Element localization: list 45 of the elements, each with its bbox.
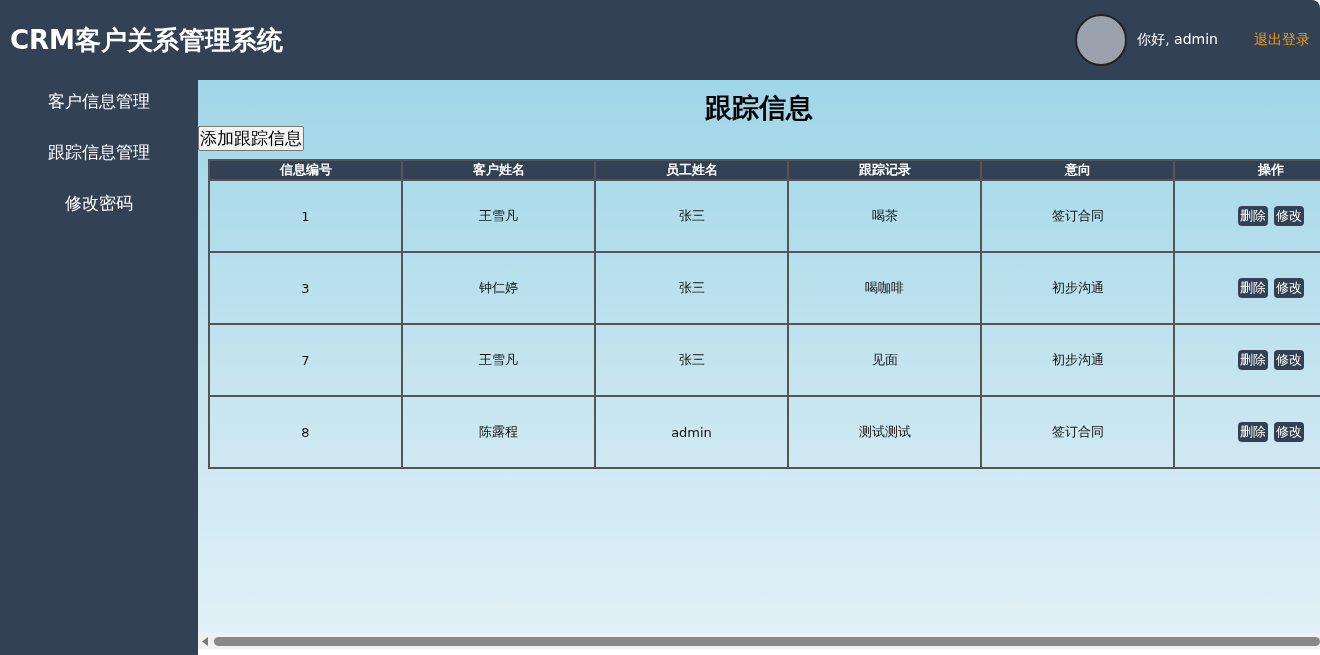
table-cell: 王雪凡 [402, 324, 595, 396]
column-header: 跟踪记录 [788, 160, 981, 180]
sidebar-item[interactable]: 客户信息管理 [48, 90, 150, 113]
table-cell: 张三 [595, 324, 788, 396]
table-cell: 初步沟通 [981, 324, 1174, 396]
table-cell: 签订合同 [981, 180, 1174, 252]
greeting-text: 你好, admin [1137, 31, 1218, 49]
delete-button[interactable]: 删除 [1237, 422, 1268, 442]
table-cell: 见面 [788, 324, 981, 396]
sidebar-item[interactable]: 修改密码 [65, 192, 133, 215]
table-cell: 8 [209, 396, 402, 468]
table-cell: 张三 [595, 180, 788, 252]
table-cell: 钟仁婷 [402, 252, 595, 324]
edit-button[interactable]: 修改 [1273, 206, 1304, 226]
table-cell: 初步沟通 [981, 252, 1174, 324]
scroll-left-icon[interactable] [202, 636, 208, 646]
table-cell: 3 [209, 252, 402, 324]
avatar [1075, 14, 1128, 66]
table-cell: 王雪凡 [402, 180, 595, 252]
column-header: 信息编号 [209, 160, 402, 180]
delete-button[interactable]: 删除 [1237, 350, 1268, 370]
app-title: CRM客户关系管理系统 [10, 23, 284, 57]
page-title: 跟踪信息 [704, 91, 814, 125]
add-button[interactable]: 添加跟踪信息 [198, 126, 304, 151]
table-cell: 1 [209, 180, 402, 252]
table-cell: admin [595, 396, 788, 468]
horizontal-scrollbar[interactable] [198, 633, 1320, 649]
column-header: 意向 [981, 160, 1174, 180]
sidebar-item[interactable]: 跟踪信息管理 [48, 141, 150, 164]
table-cell: 张三 [595, 252, 788, 324]
logout-link[interactable]: 退出登录 [1254, 31, 1310, 49]
table-cell: 测试测试 [788, 396, 981, 468]
edit-button[interactable]: 修改 [1273, 350, 1304, 370]
table-cell: 7 [209, 324, 402, 396]
delete-button[interactable]: 删除 [1237, 206, 1268, 226]
column-header: 员工姓名 [595, 160, 788, 180]
edit-button[interactable]: 修改 [1273, 278, 1304, 298]
table-cell: 喝茶 [788, 180, 981, 252]
table-cell: 喝咖啡 [788, 252, 981, 324]
table-cell: 陈露程 [402, 396, 595, 468]
column-header: 操作 [1174, 160, 1320, 180]
table-cell: 签订合同 [981, 396, 1174, 468]
delete-button[interactable]: 删除 [1237, 278, 1268, 298]
column-header: 客户姓名 [402, 160, 595, 180]
edit-button[interactable]: 修改 [1273, 422, 1304, 442]
